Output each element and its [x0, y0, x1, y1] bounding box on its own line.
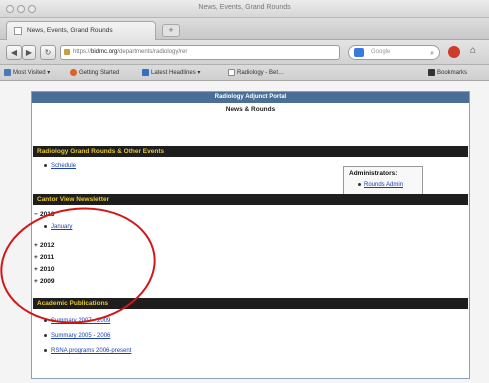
navigation-bar: ◀ ▶ ↻ https://bidmc.org/departments/radi…	[0, 40, 489, 65]
search-bar[interactable]: Google ⌕	[348, 45, 440, 60]
window-title: News, Events, Grand Rounds	[198, 4, 291, 11]
url-bar[interactable]: https://bidmc.org/departments/radiology/…	[60, 45, 340, 60]
search-placeholder: Google	[371, 49, 391, 55]
publication-link[interactable]: RSNA programs 2006-present	[51, 348, 131, 354]
list-item: Schedule	[44, 163, 76, 169]
page-subtitle: News & Rounds	[225, 106, 276, 113]
bookmark-icon	[4, 68, 11, 76]
schedule-link[interactable]: Schedule	[51, 163, 76, 169]
forward-button[interactable]: ▶	[22, 45, 36, 60]
admin-list-item: Rounds Admin	[358, 182, 403, 188]
tab-bar: News, Events, Grand Rounds +	[0, 18, 489, 40]
rounds-admin-link[interactable]: Rounds Admin	[364, 182, 403, 188]
search-icon: ⌕	[430, 50, 434, 57]
tab-active[interactable]: News, Events, Grand Rounds	[6, 21, 156, 40]
url-domain: bidmc.org	[91, 49, 118, 55]
back-button[interactable]: ◀	[6, 45, 22, 60]
page-icon	[228, 68, 235, 76]
url-path: /departments/radiology/rer	[117, 49, 188, 55]
admin-title: Administrators:	[349, 170, 398, 177]
bookmarks-bar: Most Visited ▾ Getting Started Latest He…	[0, 65, 489, 81]
firefox-icon	[70, 68, 77, 76]
bookmark-most-visited[interactable]: Most Visited ▾	[4, 65, 50, 81]
list-item: RSNA programs 2006-present	[44, 348, 131, 354]
bullet-icon	[44, 163, 47, 167]
page-icon	[14, 27, 22, 35]
bullet-icon	[44, 333, 47, 337]
bullet-icon	[358, 182, 361, 186]
new-tab-button[interactable]: +	[162, 24, 180, 37]
lock-icon	[64, 49, 70, 55]
list-item: Summary 2005 - 2006	[44, 333, 110, 339]
admin-box: Administrators: Rounds Admin	[343, 166, 423, 196]
bookmarks-menu-button[interactable]: Bookmarks	[428, 65, 467, 81]
url-prefix: https://	[73, 49, 92, 55]
publication-link[interactable]: Summary 2005 - 2006	[51, 333, 110, 339]
portal-header: Radiology Adjunct Portal	[32, 92, 469, 103]
reload-button[interactable]: ↻	[40, 45, 56, 60]
home-icon[interactable]: ⌂	[470, 45, 476, 56]
bookmark-radiology[interactable]: Radiology - Bet…	[228, 65, 284, 81]
section-header-grand-rounds: Radiology Grand Rounds & Other Events	[33, 146, 468, 157]
bookmark-latest-headlines[interactable]: Latest Headlines ▾	[142, 65, 200, 81]
rss-icon	[142, 68, 149, 76]
google-icon	[354, 48, 364, 57]
bookmark-getting-started[interactable]: Getting Started	[70, 65, 119, 81]
window-titlebar: News, Events, Grand Rounds	[0, 0, 489, 18]
tab-label: News, Events, Grand Rounds	[27, 27, 113, 34]
section-header-newsletter: Cantor View Newsletter	[33, 194, 468, 205]
bookmarks-icon	[428, 68, 435, 76]
gmail-icon[interactable]	[448, 46, 460, 58]
bullet-icon	[44, 348, 47, 352]
